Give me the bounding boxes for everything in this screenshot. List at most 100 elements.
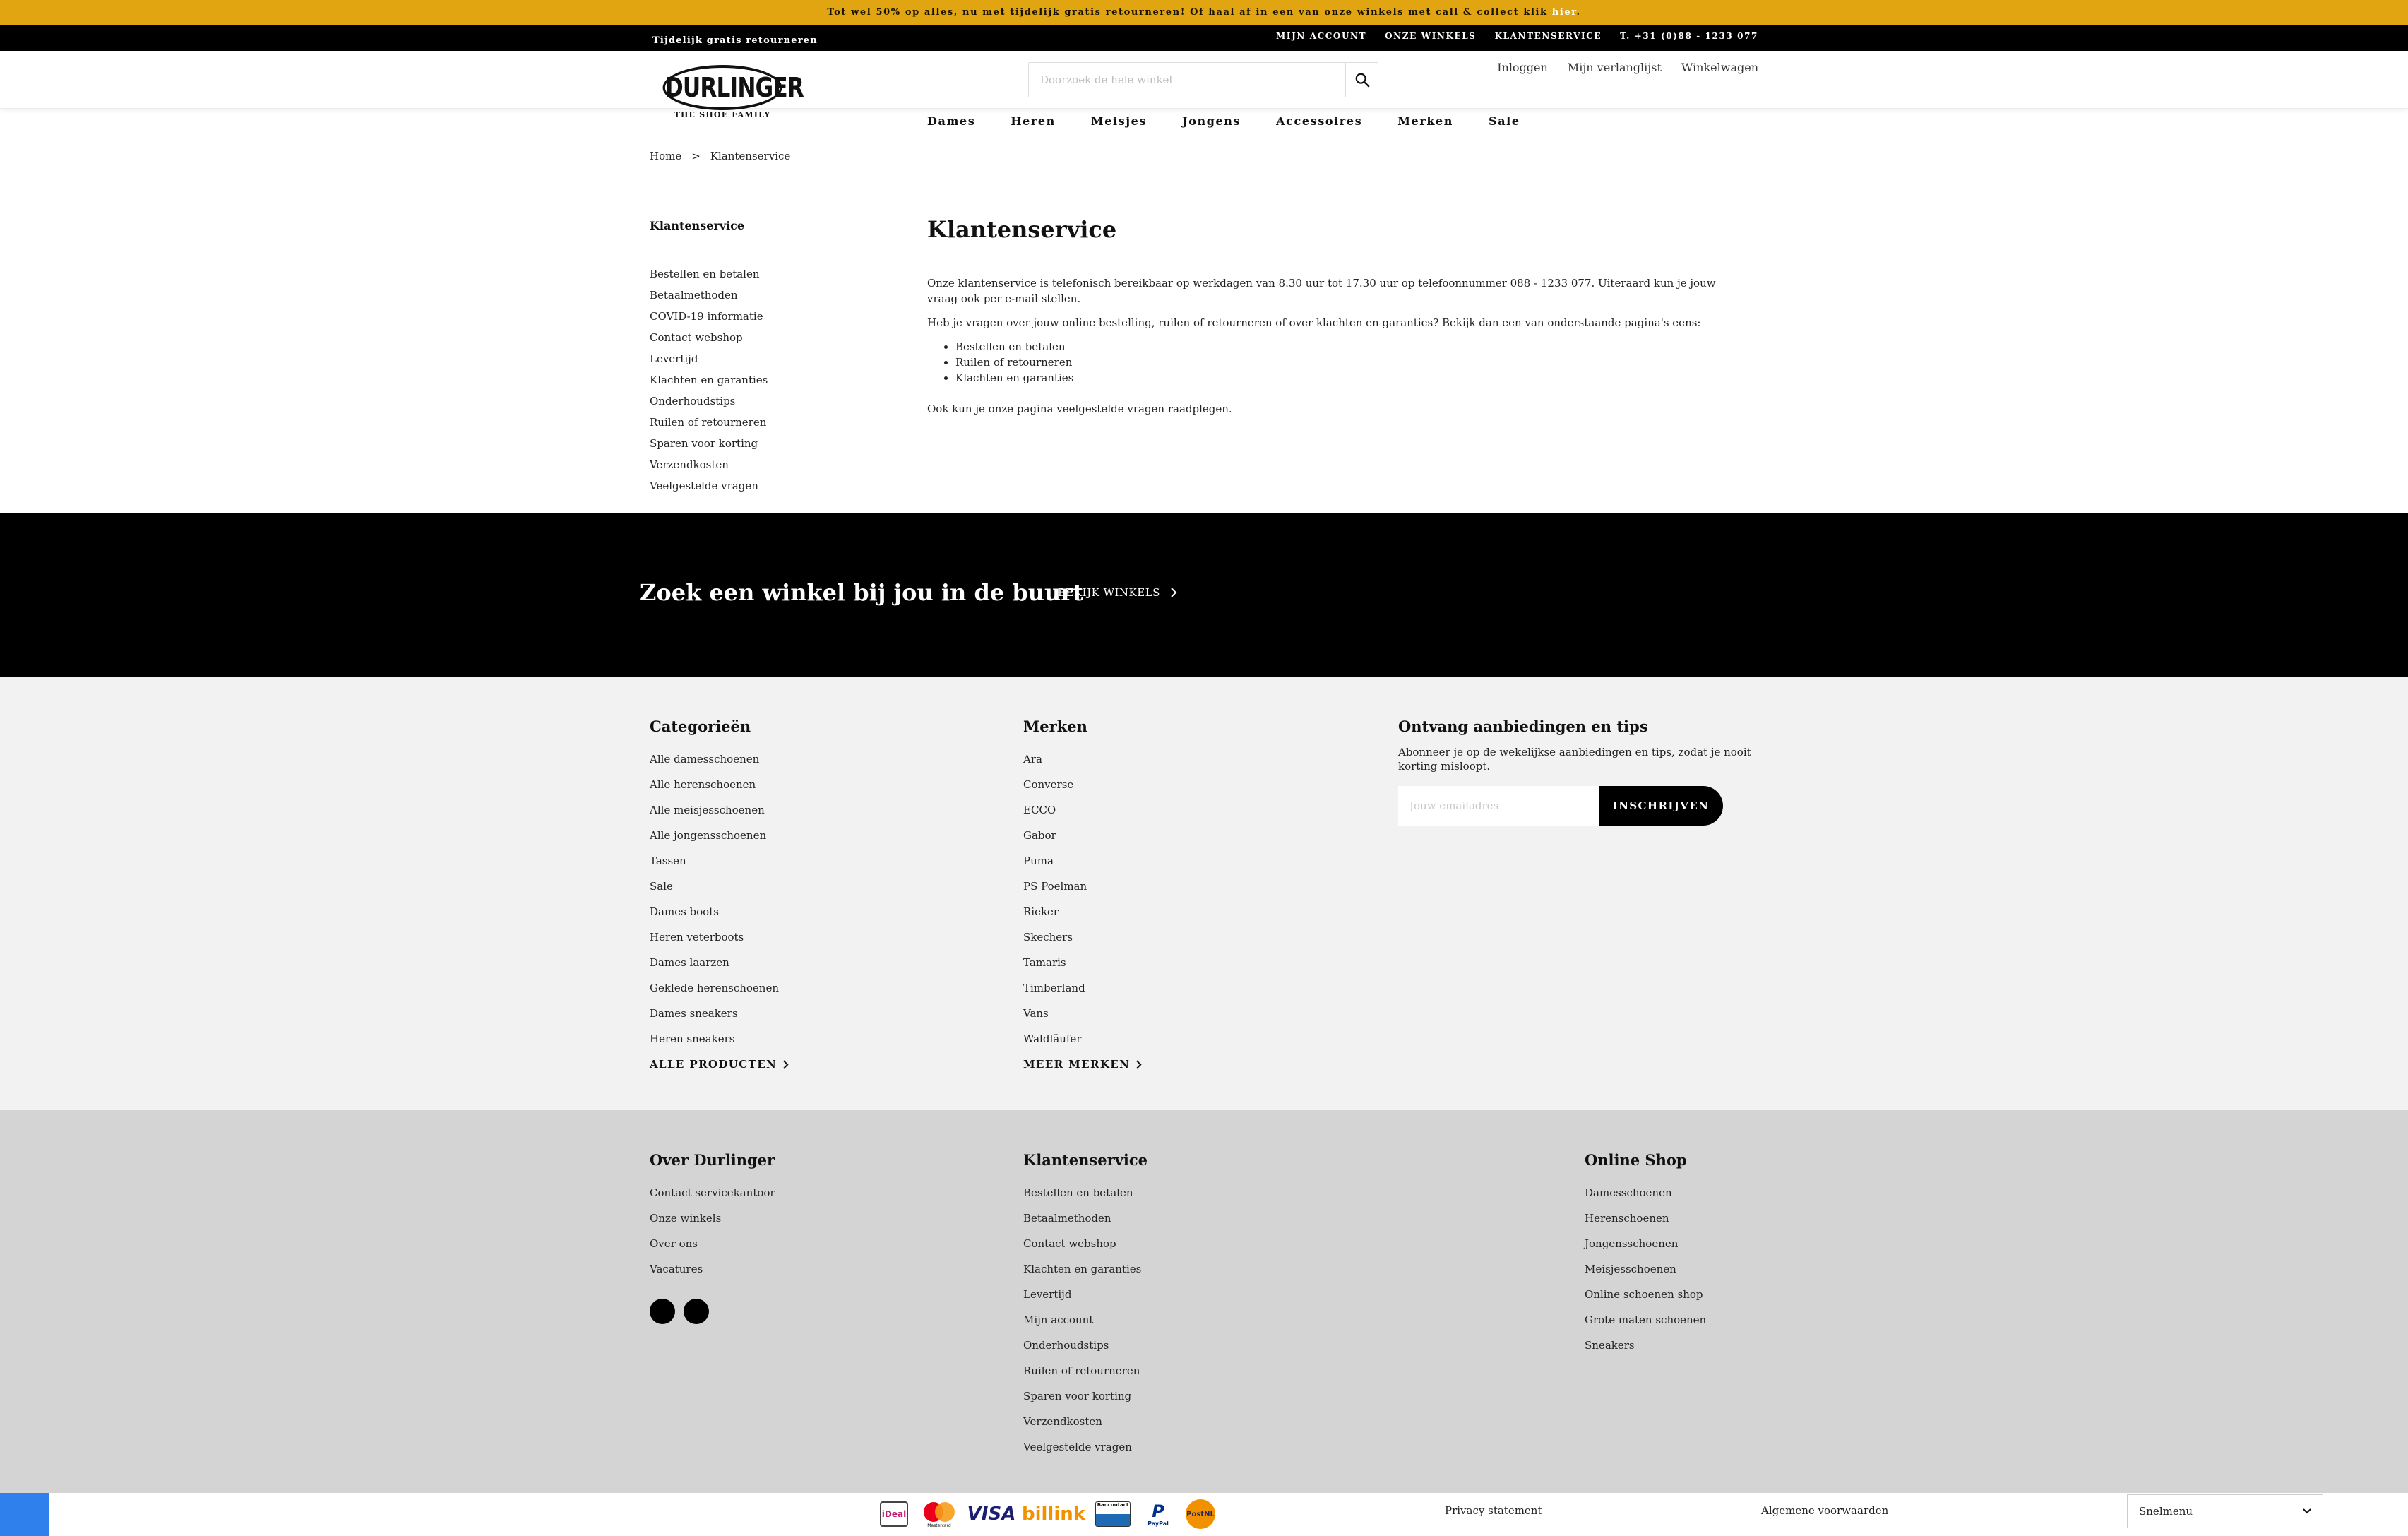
footer-link[interactable]: Dames laarzen (650, 950, 789, 975)
footer-link[interactable]: Vacatures (650, 1256, 775, 1282)
footer-link[interactable]: Veelgestelde vragen (1023, 1434, 1148, 1460)
footer-link[interactable]: Sneakers (1585, 1333, 1706, 1358)
durlinger-logo[interactable]: DURLINGER THE SHOE FAMILY (650, 65, 804, 119)
promo-suffix: . (1576, 7, 1581, 18)
sidebar-item[interactable]: Ruilen of retourneren (650, 412, 768, 433)
brand-link[interactable]: Gabor (1023, 823, 1142, 848)
footer-link[interactable]: Betaalmethoden (1023, 1205, 1148, 1231)
nav-item-merken[interactable]: Merken (1397, 114, 1453, 128)
help-link[interactable]: Bestellen en betalen (955, 339, 1746, 355)
quick-menu-label: Snelmenu (2139, 1505, 2193, 1518)
footer-link[interactable]: Klachten en garanties (1023, 1256, 1148, 1282)
brand-link[interactable]: Puma (1023, 848, 1142, 874)
sidebar-item[interactable]: Klachten en garanties (650, 369, 768, 391)
brand-link[interactable]: Waldläufer (1023, 1026, 1142, 1052)
nav-item-accessoires[interactable]: Accessoires (1276, 114, 1362, 128)
brand-link[interactable]: Rieker (1023, 899, 1142, 924)
facebook-icon[interactable] (650, 1299, 675, 1324)
nav-item-sale[interactable]: Sale (1489, 114, 1520, 128)
footer-link[interactable]: Alle jongensschoenen (650, 823, 789, 848)
search-button[interactable] (1345, 63, 1378, 97)
footer-link[interactable]: Meisjesschoenen (1585, 1256, 1706, 1282)
footer-link[interactable]: Contact servicekantoor (650, 1180, 775, 1205)
nav-item-heren[interactable]: Heren (1011, 114, 1056, 128)
sidebar-item[interactable]: Sparen voor korting (650, 433, 768, 454)
footer-link[interactable]: Online schoenen shop (1585, 1282, 1706, 1307)
top-link-stores[interactable]: ONZE WINKELS (1385, 25, 1476, 47)
footer-link[interactable]: Alle meisjesschoenen (650, 797, 789, 823)
sidebar-item[interactable]: Onderhoudstips (650, 391, 768, 412)
cart-link[interactable]: Winkelwagen (1681, 61, 1758, 74)
footer-link[interactable]: Damesschoenen (1585, 1180, 1706, 1205)
footer-link[interactable]: Ruilen of retourneren (1023, 1358, 1148, 1383)
sidebar-item[interactable]: COVID-19 informatie (650, 306, 768, 327)
newsletter-email-input[interactable] (1398, 786, 1599, 826)
help-link[interactable]: Ruilen of retourneren (955, 355, 1746, 370)
mastercard-label: Mastercard (927, 1523, 951, 1528)
footer-link[interactable]: Sale (650, 874, 789, 899)
sidebar-item[interactable]: Bestellen en betalen (650, 263, 768, 285)
subscribe-button[interactable]: INSCHRIJVEN (1599, 786, 1723, 826)
chat-widget-button[interactable] (0, 1493, 49, 1536)
sidebar-item[interactable]: Contact webshop (650, 327, 768, 348)
footer-link[interactable]: Over ons (650, 1231, 775, 1256)
all-products-link[interactable]: ALLE PRODUCTEN (650, 1052, 789, 1077)
footer-link[interactable]: Heren veterboots (650, 924, 789, 950)
footer-link[interactable]: Heren sneakers (650, 1026, 789, 1052)
footer-link[interactable]: Onze winkels (650, 1205, 775, 1231)
instagram-icon[interactable] (684, 1299, 709, 1324)
more-brands-link[interactable]: MEER MERKEN (1023, 1052, 1142, 1077)
sidebar-item[interactable]: Levertijd (650, 348, 768, 369)
footer-link[interactable]: Onderhoudstips (1023, 1333, 1148, 1358)
view-stores-link[interactable]: BEKIJK WINKELS (1058, 586, 1177, 599)
brand-link[interactable]: Converse (1023, 772, 1142, 797)
brand-link[interactable]: Ara (1023, 746, 1142, 772)
footer-link[interactable]: Herenschoenen (1585, 1205, 1706, 1231)
footer-link[interactable]: Sparen voor korting (1023, 1383, 1148, 1409)
top-link-my-account[interactable]: MIJN ACCOUNT (1276, 25, 1366, 47)
brand-link[interactable]: Timberland (1023, 975, 1142, 1001)
brand-link[interactable]: Tamaris (1023, 950, 1142, 975)
footer-link[interactable]: Verzendkosten (1023, 1409, 1148, 1434)
store-locator-title: Zoek een winkel bij jou in de buurt (640, 579, 1083, 606)
breadcrumb-home[interactable]: Home (650, 150, 681, 162)
footer-link[interactable]: Grote maten schoenen (1585, 1307, 1706, 1333)
brand-link[interactable]: Skechers (1023, 924, 1142, 950)
footer-link[interactable]: Mijn account (1023, 1307, 1148, 1333)
footer-link[interactable]: Dames sneakers (650, 1001, 789, 1026)
all-products-label: ALLE PRODUCTEN (650, 1058, 777, 1071)
sidebar-item[interactable]: Verzendkosten (650, 454, 768, 475)
footer-link[interactable]: Levertijd (1023, 1282, 1148, 1307)
promo-link[interactable]: hier (1552, 7, 1577, 18)
brand-link[interactable]: PS Poelman (1023, 874, 1142, 899)
privacy-statement-link[interactable]: Privacy statement (1445, 1493, 1542, 1528)
help-link[interactable]: Klachten en garanties (955, 370, 1746, 386)
top-link-customer-service[interactable]: KLANTENSERVICE (1495, 25, 1602, 47)
login-link[interactable]: Inloggen (1497, 61, 1548, 74)
brand-link[interactable]: ECCO (1023, 797, 1142, 823)
footer-link[interactable]: Tassen (650, 848, 789, 874)
brand-link[interactable]: Vans (1023, 1001, 1142, 1026)
mastercard-icon (924, 1501, 955, 1522)
footer-link[interactable]: Alle damesschoenen (650, 746, 789, 772)
nav-item-jongens[interactable]: Jongens (1182, 114, 1241, 128)
footer-link[interactable]: Bestellen en betalen (1023, 1180, 1148, 1205)
footer-link[interactable]: Contact webshop (1023, 1231, 1148, 1256)
footer-link[interactable]: Dames boots (650, 899, 789, 924)
search-input[interactable] (1029, 63, 1345, 97)
nav-item-meisjes[interactable]: Meisjes (1091, 114, 1147, 128)
sidebar-item[interactable]: Betaalmethoden (650, 285, 768, 306)
footer-link[interactable]: Alle herenschoenen (650, 772, 789, 797)
mastercard-logo: Mastercard (919, 1499, 959, 1530)
terms-link[interactable]: Algemene voorwaarden (1761, 1493, 1888, 1528)
wishlist-link[interactable]: Mijn verlanglijst (1568, 61, 1662, 74)
sidebar-item[interactable]: Veelgestelde vragen (650, 475, 768, 496)
visa-logo: VISA (967, 1504, 1016, 1525)
quick-menu-select[interactable]: Snelmenu (2127, 1494, 2323, 1528)
top-link-phone[interactable]: T. +31 (0)88 - 1233 077 (1620, 25, 1758, 47)
promo-text: Tot wel 50% op alles, nu met tijdelijk g… (827, 7, 1548, 18)
help-links-list: Bestellen en betalen Ruilen of retourner… (955, 339, 1746, 386)
footer-link[interactable]: Jongensschoenen (1585, 1231, 1706, 1256)
nav-item-dames[interactable]: Dames (927, 114, 975, 128)
footer-link[interactable]: Geklede herenschoenen (650, 975, 789, 1001)
